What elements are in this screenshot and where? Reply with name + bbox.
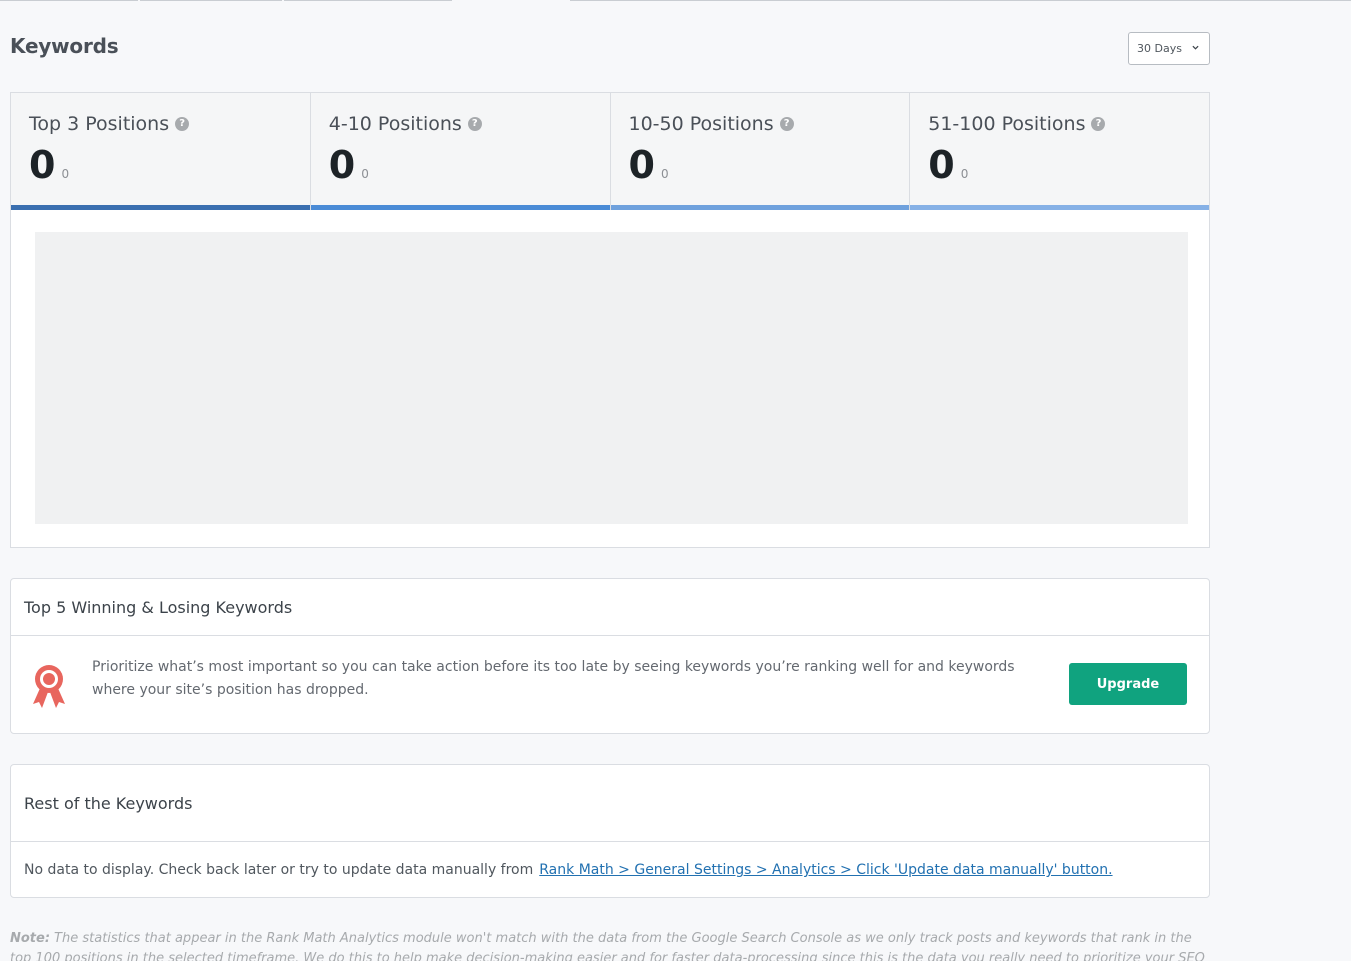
- tab-divider: [284, 0, 452, 1]
- tab-divider: [0, 0, 138, 1]
- rest-of-keywords-card: Rest of the Keywords No data to display.…: [10, 764, 1210, 898]
- footer-note: Note: The statistics that appear in the R…: [10, 929, 1210, 961]
- help-icon[interactable]: ?: [467, 117, 482, 131]
- card-title: Top 5 Winning & Losing Keywords: [11, 579, 1209, 636]
- help-icon[interactable]: ?: [1091, 117, 1106, 131]
- chevron-down-icon: [1192, 45, 1199, 50]
- tile-change: 0: [61, 167, 70, 181]
- tile-value: 0: [928, 143, 955, 187]
- tile-color-bar: [610, 205, 910, 210]
- position-tile-top3: Top 3 Positions ? 0 0: [11, 93, 311, 210]
- tile-value: 0: [29, 143, 56, 187]
- position-tile-10-50: 10-50 Positions ? 0 0: [610, 93, 911, 210]
- winning-losing-card: Top 5 Winning & Losing Keywords Prioriti…: [10, 578, 1210, 734]
- note-label: Note:: [10, 931, 51, 946]
- promo-text: Prioritize what’s most important so you …: [92, 659, 1015, 698]
- tile-value: 0: [328, 143, 356, 187]
- help-icon[interactable]: ?: [175, 117, 190, 131]
- tile-title: Top 3 Positions: [29, 113, 170, 135]
- help-icon[interactable]: ?: [779, 117, 794, 131]
- card-title: Rest of the Keywords: [11, 765, 1209, 842]
- chart-placeholder: [35, 232, 1188, 524]
- tile-color-bar: [310, 205, 610, 210]
- note-text: The statistics that appear in the Rank M…: [10, 931, 1205, 961]
- position-tile-4-10: 4-10 Positions ? 0 0: [310, 93, 611, 210]
- date-range-select[interactable]: 30 Days: [1128, 32, 1210, 65]
- tab-divider: [570, 0, 1351, 1]
- tile-title: 4-10 Positions: [328, 113, 462, 135]
- date-range-value: 30 Days: [1137, 42, 1182, 55]
- settings-link[interactable]: Rank Math > General Settings > Analytics…: [539, 862, 1112, 878]
- tile-color-bar: [11, 205, 310, 210]
- keyword-positions-panel: Top 3 Positions ? 0 0 4-10 Positions ? 0…: [10, 92, 1210, 548]
- tile-title: 51-100 Positions: [928, 113, 1086, 135]
- tile-change: 0: [361, 167, 369, 181]
- tile-change: 0: [660, 167, 669, 181]
- award-ribbon-icon: [33, 665, 65, 708]
- upgrade-button[interactable]: Upgrade: [1069, 663, 1187, 705]
- position-tile-51-100: 51-100 Positions ? 0 0: [910, 93, 1209, 210]
- top-tab-strip: [0, 0, 1351, 2]
- tab-divider: [140, 0, 282, 1]
- tile-color-bar: [910, 205, 1209, 210]
- page-title: Keywords: [10, 34, 119, 58]
- tile-change: 0: [960, 167, 969, 181]
- empty-message: No data to display. Check back later or …: [24, 862, 534, 878]
- tile-title: 10-50 Positions: [628, 113, 774, 135]
- tile-value: 0: [628, 143, 655, 187]
